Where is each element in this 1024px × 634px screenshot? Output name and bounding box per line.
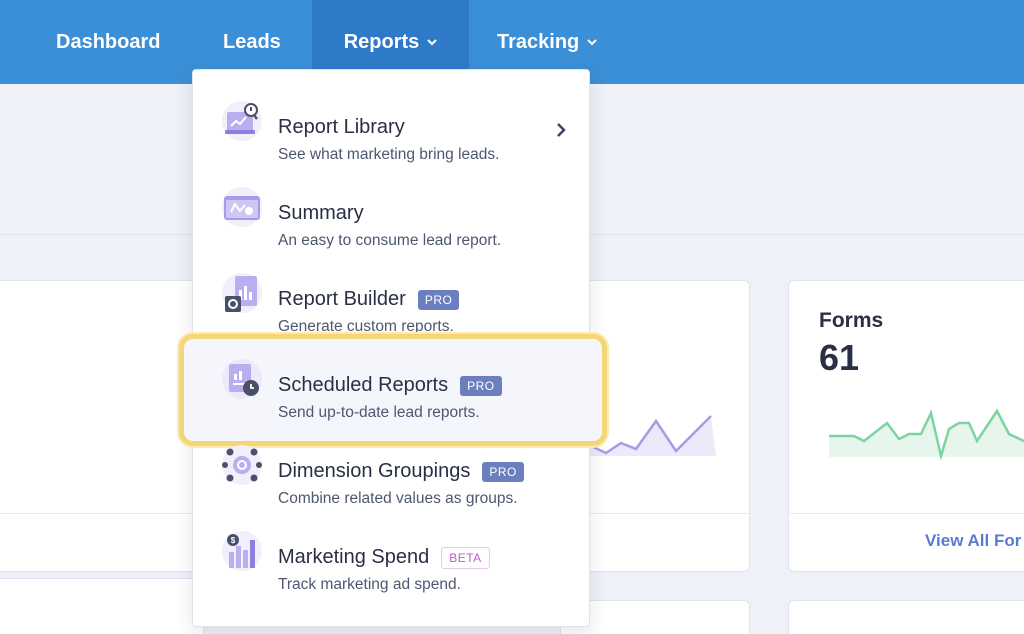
report-library-icon (222, 101, 262, 141)
stat-card-bottom-right (788, 600, 1024, 634)
stat-card-bottom-left (0, 578, 204, 634)
view-all-forms-link[interactable]: View All For (925, 531, 1021, 551)
marketing-spend-icon: $ (222, 531, 262, 571)
stat-card-left (0, 280, 204, 572)
menu-item-title: Report Builder PRO (278, 288, 460, 311)
report-builder-icon (222, 273, 262, 313)
card-divider (789, 513, 1024, 514)
menu-item-scheduled-reports[interactable]: Scheduled Reports PRO Send up-to-date le… (193, 336, 589, 422)
menu-item-title: Summary (278, 202, 364, 225)
reports-dropdown-menu: Report Library See what marketing bring … (179, 69, 607, 627)
menu-item-report-library[interactable]: Report Library See what marketing bring … (193, 78, 589, 164)
menu-item-summary[interactable]: Summary An easy to consume lead report. (193, 164, 589, 250)
nav-dashboard[interactable]: Dashboard (56, 0, 160, 84)
chevron-down-icon (427, 39, 437, 46)
menu-item-title: Report Library (278, 116, 405, 139)
card-divider (0, 513, 203, 514)
stat-card-forms: Forms 61 View All For (788, 280, 1024, 572)
menu-item-title: Marketing Spend BETA (278, 546, 490, 569)
nav-dashboard-label: Dashboard (56, 30, 161, 53)
pro-badge: PRO (460, 375, 502, 396)
dimension-groupings-icon (222, 445, 262, 485)
dimension-groupings-title: Dimension Groupings (278, 460, 471, 482)
menu-item-marketing-spend[interactable]: $ Marketing Spend BETA Track marketing a… (193, 508, 589, 594)
beta-badge: BETA (441, 546, 490, 569)
nav-tracking-label: Tracking (497, 30, 580, 53)
menu-item-report-builder[interactable]: Report Builder PRO Generate custom repor… (193, 250, 589, 336)
pro-badge: PRO (417, 289, 460, 310)
report-library-title: Report Library (278, 116, 405, 138)
scheduled-reports-title: Scheduled Reports (278, 374, 449, 396)
menu-item-desc: Track marketing ad spend. (278, 576, 461, 593)
scheduled-reports-icon (222, 359, 262, 399)
report-builder-title: Report Builder (278, 288, 406, 310)
forms-sparkline (829, 408, 1024, 461)
menu-item-title: Scheduled Reports PRO (278, 374, 502, 397)
summary-title: Summary (278, 202, 364, 224)
svg-text:$: $ (231, 536, 236, 545)
menu-item-desc: An easy to consume lead report. (278, 232, 502, 249)
summary-icon (222, 187, 262, 227)
pro-badge: PRO (482, 461, 524, 482)
menu-item-title: Dimension Groupings PRO (278, 460, 524, 483)
menu-item-desc: Send up-to-date lead reports. (278, 404, 480, 421)
forms-title: Forms (819, 309, 884, 332)
marketing-spend-title: Marketing Spend (278, 546, 430, 568)
menu-item-desc: Combine related values as groups. (278, 490, 518, 507)
menu-item-desc: See what marketing bring leads. (278, 146, 500, 163)
nav-reports-label: Reports (343, 30, 420, 53)
menu-item-dimension-groupings[interactable]: Dimension Groupings PRO Combine related … (193, 422, 589, 508)
chevron-right-icon (557, 123, 566, 137)
forms-value: 61 (819, 337, 860, 378)
nav-leads-label: Leads (223, 30, 281, 53)
chevron-down-icon (587, 39, 597, 46)
